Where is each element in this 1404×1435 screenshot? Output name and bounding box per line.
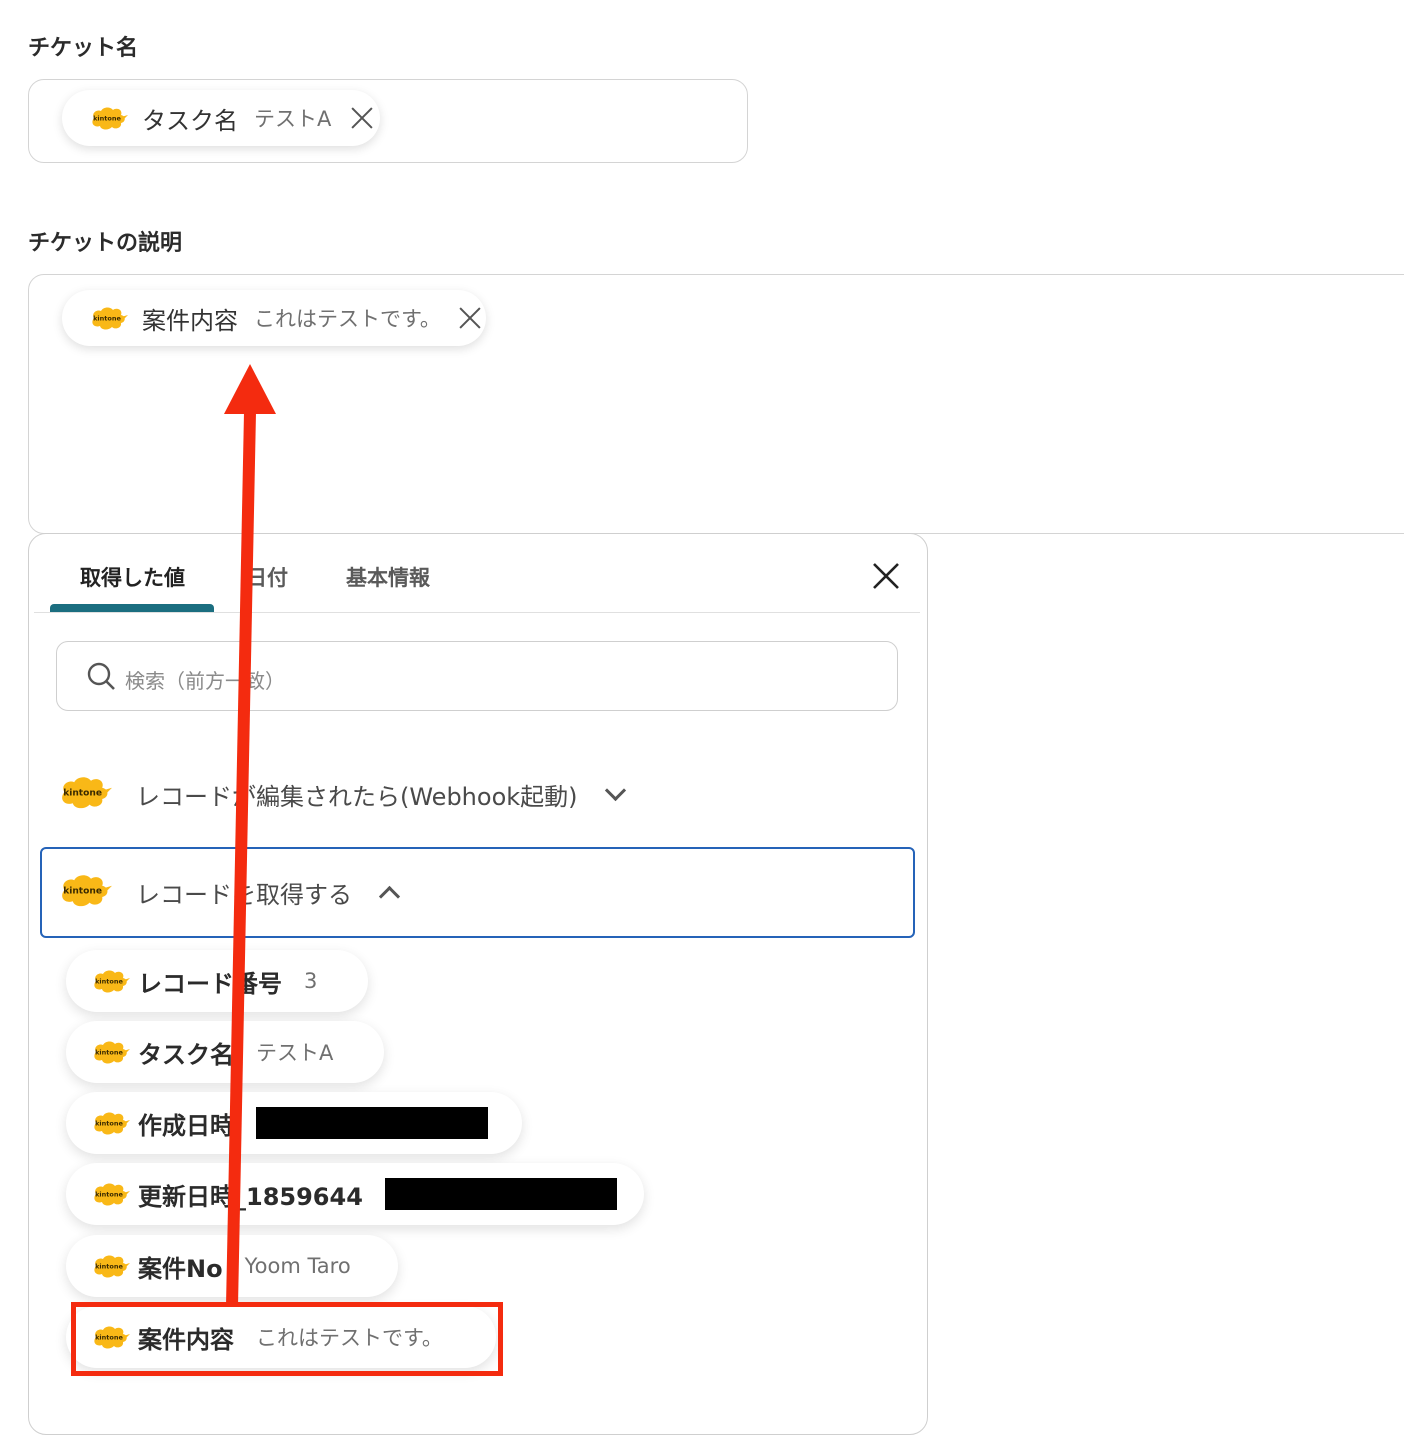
arrow-annotation [224,364,276,1306]
